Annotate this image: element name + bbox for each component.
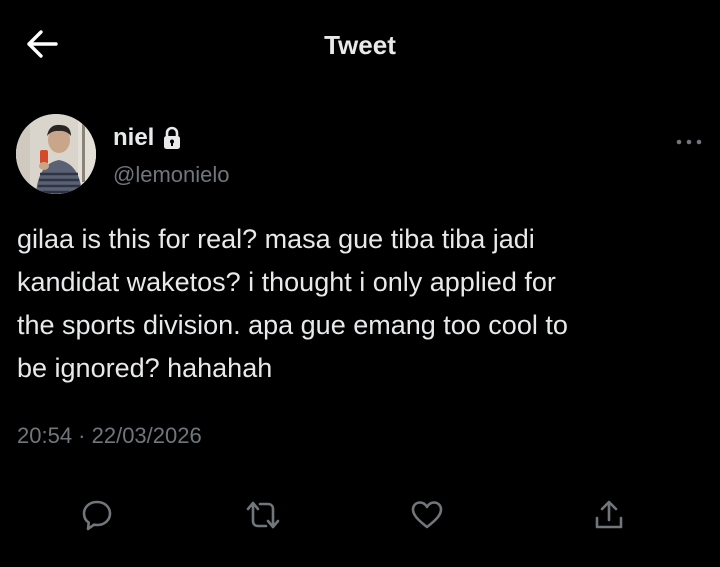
more-horizontal-icon — [676, 139, 702, 145]
author-name-row: niel — [113, 124, 182, 152]
top-bar: Tweet — [0, 0, 720, 90]
author-handle[interactable]: @lemonielo — [113, 162, 230, 188]
more-options-button[interactable] — [674, 132, 704, 152]
like-button[interactable] — [407, 493, 447, 537]
author-name[interactable]: niel — [113, 124, 154, 152]
heart-icon — [410, 499, 444, 531]
author-header: niel @lemonielo — [16, 114, 704, 198]
tweet-actions — [0, 493, 720, 543]
tweet-timestamp[interactable]: 20:54 · 22/03/2026 — [17, 423, 202, 449]
lock-icon — [162, 126, 182, 150]
retweet-icon — [245, 499, 281, 531]
share-icon — [592, 498, 626, 532]
avatar[interactable] — [16, 114, 96, 194]
page-title: Tweet — [324, 30, 396, 60]
reply-button[interactable] — [77, 493, 117, 537]
reply-icon — [80, 498, 114, 532]
share-button[interactable] — [589, 493, 629, 537]
tweet-text: gilaa is this for real? masa gue tiba ti… — [17, 224, 568, 383]
avatar-photo — [16, 114, 96, 194]
retweet-button[interactable] — [243, 493, 283, 537]
